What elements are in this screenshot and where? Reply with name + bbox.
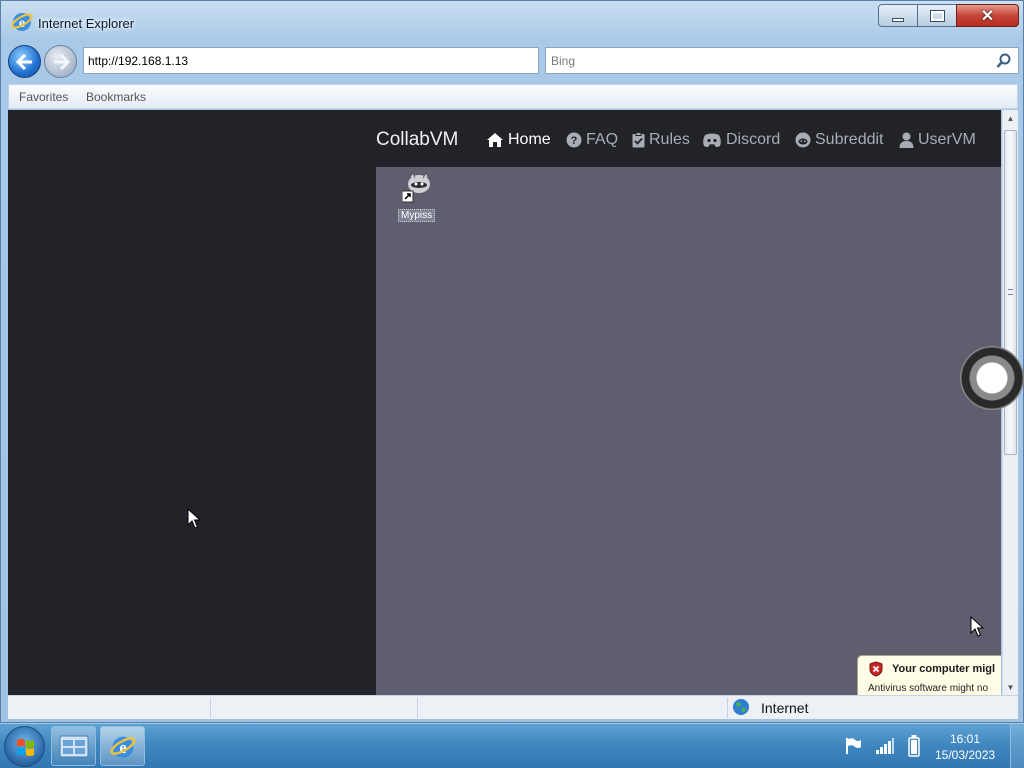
vm-mouse-cursor-icon	[970, 616, 984, 637]
nav-home[interactable]: Home	[486, 131, 551, 149]
globe-icon	[733, 699, 749, 715]
vm-screen[interactable]: Mypiss Your computer migl Antivirus soft…	[376, 167, 1001, 695]
minimize-button[interactable]	[878, 4, 918, 27]
user-icon	[899, 132, 914, 148]
notification-body: Antivirus software might no	[868, 683, 989, 694]
clock-time[interactable]: 16:01	[950, 732, 980, 746]
nav-rules-label: Rules	[649, 131, 690, 148]
search-input[interactable]: Bing	[545, 47, 1019, 74]
scroll-up-icon[interactable]: ▲	[1003, 110, 1018, 126]
nav-subreddit-label: Subreddit	[815, 131, 884, 148]
clock-date[interactable]: 15/03/2023	[935, 748, 995, 762]
antivirus-notification[interactable]: Your computer migl Antivirus software mi…	[857, 655, 1001, 695]
site-navbar: CollabVM Home ? FAQ Rules Discord Subred…	[376, 110, 1001, 166]
window-title: Internet Explorer	[38, 16, 135, 31]
maximize-button[interactable]	[917, 4, 957, 27]
taskbar-explorer-button[interactable]	[51, 726, 96, 766]
close-button[interactable]: ✕	[956, 4, 1019, 27]
windows-logo-icon	[17, 739, 34, 756]
arrow-right-icon	[53, 53, 70, 70]
status-divider	[417, 698, 418, 718]
nav-subreddit[interactable]: Subreddit	[795, 131, 884, 149]
mouse-cursor-icon	[187, 508, 201, 529]
internet-explorer-icon: e	[11, 13, 33, 31]
battery-icon[interactable]	[908, 735, 920, 757]
nav-uservm-label: UserVM	[918, 131, 976, 148]
nav-faq-label: FAQ	[586, 131, 619, 148]
status-divider	[727, 698, 728, 718]
favorites-menu[interactable]: Favorites	[19, 90, 68, 104]
scroll-down-icon[interactable]: ▼	[1003, 679, 1018, 695]
show-desktop-button[interactable]	[1010, 724, 1024, 768]
security-zone[interactable]: Internet	[761, 700, 808, 716]
favorites-bar: Favorites Bookmarks	[8, 84, 1018, 109]
start-button[interactable]	[4, 726, 45, 767]
nav-discord[interactable]: Discord	[702, 131, 780, 149]
maximize-icon	[929, 9, 945, 22]
notification-title: Your computer migl	[892, 663, 996, 675]
site-brand[interactable]: CollabVM	[376, 129, 458, 151]
raccoon-shortcut-icon	[402, 172, 430, 203]
desktop-shortcut-label: Mypiss	[398, 209, 436, 222]
network-signal-icon[interactable]	[875, 737, 895, 755]
reddit-icon	[795, 132, 811, 148]
back-button[interactable]	[8, 45, 41, 78]
action-center-flag-icon[interactable]	[845, 737, 863, 755]
internet-explorer-icon: e	[109, 736, 136, 758]
title-bar[interactable]: e Internet Explorer ✕	[1, 1, 1023, 41]
forward-button[interactable]	[44, 45, 77, 78]
close-icon: ✕	[980, 7, 995, 25]
nav-uservm[interactable]: UserVM	[899, 131, 976, 149]
status-bar: Internet	[8, 695, 1018, 719]
nav-faq[interactable]: ? FAQ	[566, 131, 618, 149]
address-text: http://192.168.1.13	[88, 54, 189, 68]
security-shield-icon	[869, 661, 883, 677]
search-placeholder: Bing	[551, 54, 576, 68]
nav-home-label: Home	[508, 131, 551, 148]
arrow-left-icon	[15, 53, 32, 70]
nav-discord-label: Discord	[726, 131, 781, 148]
bookmarks-menu[interactable]: Bookmarks	[86, 90, 146, 104]
search-icon[interactable]	[996, 53, 1012, 69]
page-content: CollabVM Home ? FAQ Rules Discord Subred…	[8, 110, 1001, 695]
windows-explorer-icon	[59, 735, 88, 758]
home-icon	[487, 133, 503, 147]
minimize-icon	[892, 17, 904, 22]
browser-window: e Internet Explorer ✕ http://192.168.1.1…	[0, 0, 1024, 723]
clipboard-check-icon	[632, 132, 645, 148]
nav-rules[interactable]: Rules	[632, 131, 690, 149]
taskbar-internet-explorer-button[interactable]: e	[100, 726, 145, 766]
discord-icon	[703, 133, 721, 147]
floating-record-button[interactable]	[960, 346, 1024, 410]
taskbar: e 16:01 15/03/2023	[0, 723, 1024, 768]
svg-text:?: ?	[571, 135, 578, 147]
status-divider	[210, 698, 211, 718]
address-bar[interactable]: http://192.168.1.13	[83, 47, 539, 74]
question-circle-icon: ?	[566, 132, 582, 148]
scroll-grip	[1008, 289, 1013, 295]
